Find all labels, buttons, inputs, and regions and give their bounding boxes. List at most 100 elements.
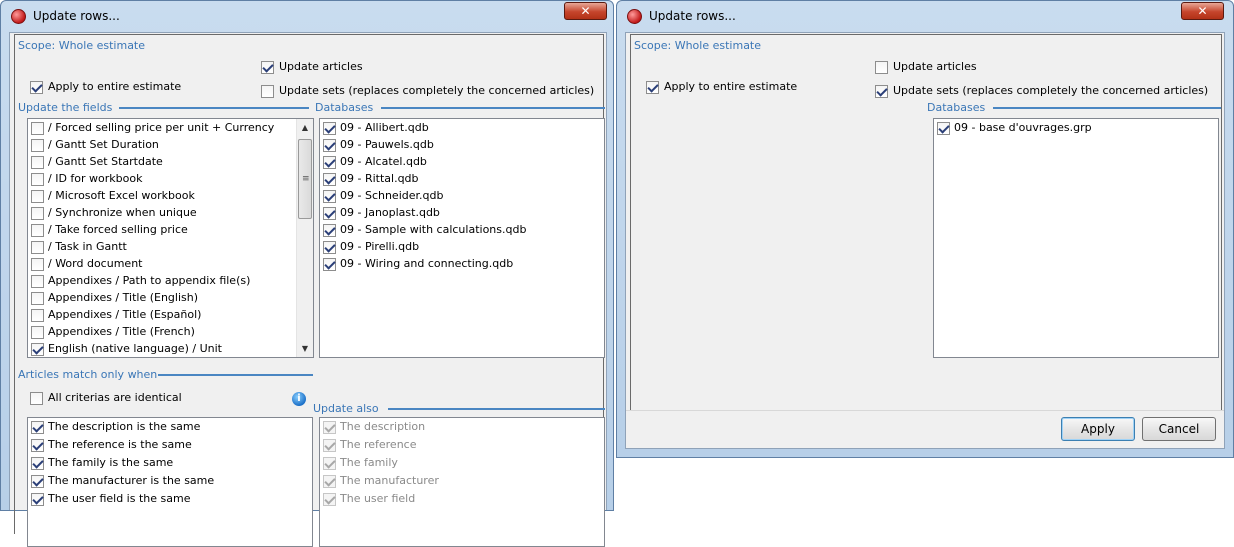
list-item-label: The user field is the same (48, 492, 191, 505)
update-also-list[interactable]: The user field The manufacturer The family… (319, 417, 605, 547)
list-item-checkbox[interactable] (31, 475, 44, 488)
all-criterias-checkbox[interactable] (30, 392, 43, 405)
list-item-checkbox[interactable] (323, 224, 336, 237)
list-item-label: 09 - Janoplast.qdb (340, 206, 440, 219)
left-title-bar[interactable]: Update rows... ✕ (1, 1, 613, 33)
list-item-label: / Take forced selling price (48, 223, 188, 236)
fields-scrollbar[interactable]: ▲ ≡ ▼ (296, 119, 313, 357)
list-item-checkbox[interactable] (323, 190, 336, 203)
list-item-checkbox[interactable] (323, 173, 336, 186)
apply-button[interactable]: Apply (1061, 417, 1135, 441)
app-icon (627, 9, 642, 24)
fields-list[interactable]: English (native language) / Unit Appendix… (27, 118, 314, 358)
list-item-label: 09 - Schneider.qdb (340, 189, 444, 202)
list-item-checkbox[interactable] (31, 241, 44, 254)
list-item-checkbox (323, 493, 336, 506)
list-item-checkbox[interactable] (31, 275, 44, 288)
update-also-header-line (388, 408, 605, 410)
list-item-label: The description is the same (48, 420, 201, 433)
databases-header-line (993, 107, 1221, 109)
list-item-label: / Gantt Set Startdate (48, 155, 163, 168)
list-item-checkbox[interactable] (31, 326, 44, 339)
list-item-label: 09 - Pirelli.qdb (340, 240, 420, 253)
list-item-label: The reference is the same (48, 438, 192, 451)
update-articles-checkbox[interactable] (875, 61, 888, 74)
list-item-label: 09 - Sample with calculations.qdb (340, 223, 527, 236)
list-item-checkbox[interactable] (323, 156, 336, 169)
update-also-header: Update also (313, 402, 379, 415)
list-item-checkbox[interactable] (323, 139, 336, 152)
right-title-bar[interactable]: Update rows... ✕ (617, 1, 1233, 33)
list-item-checkbox[interactable] (31, 156, 44, 169)
list-item-checkbox[interactable] (31, 421, 44, 434)
list-item-checkbox[interactable] (323, 122, 336, 135)
list-item-label: The description (340, 420, 426, 433)
update-sets-label: Update sets (replaces completely the con… (279, 84, 595, 97)
list-item-checkbox (323, 475, 336, 488)
list-item-checkbox[interactable] (31, 122, 44, 135)
update-articles-checkbox[interactable] (261, 61, 274, 74)
list-item-checkbox[interactable] (31, 493, 44, 506)
left-group-box: Scope: Whole estimate Apply to entire es… (14, 34, 605, 547)
fields-header-line (119, 107, 309, 109)
databases-list[interactable]: 09 - Wiring and connecting.qdb 09 - Pirel… (319, 118, 605, 358)
list-item-checkbox[interactable] (31, 224, 44, 237)
list-item-label: Appendixes / Title (English) (48, 291, 199, 304)
scope-label: Scope: Whole estimate (18, 39, 146, 52)
list-item-label: The family is the same (48, 456, 174, 469)
cancel-button[interactable]: Cancel (1142, 417, 1216, 441)
right-client-area: Scope: Whole estimate Apply to entire es… (625, 32, 1225, 449)
list-item-checkbox[interactable] (323, 207, 336, 220)
update-articles-label: Update articles (279, 60, 363, 73)
apply-entire-checkbox[interactable] (646, 81, 659, 94)
list-item-checkbox[interactable] (31, 343, 44, 356)
app-icon (11, 9, 26, 24)
list-item-checkbox[interactable] (937, 122, 950, 135)
list-item-checkbox (323, 457, 336, 470)
info-icon[interactable]: i (292, 392, 306, 406)
scroll-thumb[interactable]: ≡ (298, 139, 312, 219)
left-dialog-window: Update rows... ✕ Scope: Whole estimate A… (0, 0, 614, 547)
list-item-checkbox[interactable] (323, 241, 336, 254)
list-item-label: 09 - Alcatel.qdb (340, 155, 427, 168)
list-item-label: / Task in Gantt (48, 240, 127, 253)
criteria-list[interactable]: The user field is the same The manufactur… (27, 417, 313, 547)
list-item-checkbox[interactable] (31, 258, 44, 271)
list-item-checkbox[interactable] (31, 439, 44, 452)
list-item-checkbox[interactable] (31, 173, 44, 186)
list-item-label: / Synchronize when unique (48, 206, 197, 219)
scope-label: Scope: Whole estimate (634, 39, 762, 52)
list-item-checkbox[interactable] (31, 139, 44, 152)
list-item-label: 09 - Wiring and connecting.qdb (340, 257, 514, 270)
list-item-checkbox[interactable] (31, 309, 44, 322)
fields-header: Update the fields (18, 101, 113, 114)
list-item-label: English (native language) / Unit (48, 342, 222, 355)
left-client-area: Scope: Whole estimate Apply to entire es… (9, 32, 607, 547)
list-item-checkbox[interactable] (31, 292, 44, 305)
list-item-label: The user field (340, 492, 416, 505)
button-bar: Apply Cancel (626, 410, 1224, 448)
list-item-label: The manufacturer is the same (48, 474, 215, 487)
list-item-label: / Forced selling price per unit + Curren… (48, 121, 275, 134)
update-sets-checkbox[interactable] (875, 85, 888, 98)
list-item-checkbox[interactable] (31, 457, 44, 470)
right-dialog-window: Update rows... ✕ Scope: Whole estimate A… (616, 0, 1234, 458)
list-item-checkbox (323, 439, 336, 452)
all-criterias-label: All criterias are identical (48, 391, 182, 404)
databases-list[interactable]: 09 - base d'ouvrages.grp (933, 118, 1219, 358)
list-item-checkbox[interactable] (31, 207, 44, 220)
scroll-down-icon[interactable]: ▼ (297, 340, 313, 357)
grip-icon: ≡ (302, 174, 310, 184)
update-sets-label: Update sets (replaces completely the con… (893, 84, 1209, 97)
apply-entire-label: Apply to entire estimate (664, 80, 798, 93)
right-group-box: Scope: Whole estimate Apply to entire es… (630, 34, 1222, 412)
apply-entire-checkbox[interactable] (30, 81, 43, 94)
scroll-up-icon[interactable]: ▲ (297, 119, 313, 136)
list-item-checkbox[interactable] (323, 258, 336, 271)
left-close-button[interactable]: ✕ (564, 2, 607, 20)
apply-entire-label: Apply to entire estimate (48, 80, 182, 93)
right-close-button[interactable]: ✕ (1181, 2, 1224, 20)
list-item-checkbox[interactable] (31, 190, 44, 203)
databases-header: Databases (927, 101, 986, 114)
update-sets-checkbox[interactable] (261, 85, 274, 98)
